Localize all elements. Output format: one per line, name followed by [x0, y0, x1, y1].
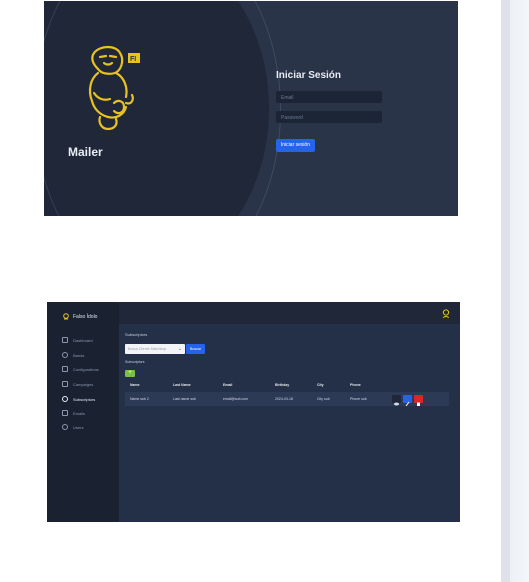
main-content: Subscriptors Busca Cliente Mailchimp ⌄ B…: [119, 302, 460, 522]
scrollbar-thumb[interactable]: [501, 0, 510, 582]
cell-birthday: 2024-03-18: [275, 397, 293, 401]
sidebar: Falso Ídolo Dashboard Bands Configuratio…: [47, 302, 119, 522]
mailchimp-client-select[interactable]: Busca Cliente Mailchimp ⌄: [125, 344, 185, 354]
sidebar-item-label: Subscriptors: [73, 396, 96, 402]
user-icon: [62, 424, 68, 430]
sidebar-item-label: Bands: [73, 352, 85, 358]
cell-last-name: Last name sub: [173, 397, 196, 401]
trash-icon: [417, 402, 420, 406]
top-bar: [119, 302, 460, 324]
edit-button[interactable]: [403, 395, 412, 407]
column-header-birthday: Birthday: [275, 383, 290, 387]
right-scrollbar[interactable]: [501, 0, 529, 582]
column-header-city: City: [317, 383, 324, 387]
sidebar-item-bands[interactable]: Bands: [62, 352, 84, 358]
search-button[interactable]: Buscar: [186, 344, 205, 354]
document-icon: [62, 381, 68, 387]
email-field[interactable]: Email: [276, 91, 382, 103]
column-header-last-name: Last Name: [173, 383, 191, 387]
sidebar-item-label: Configurations: [73, 366, 99, 372]
add-subscriptor-button[interactable]: +: [125, 370, 135, 377]
sidebar-item-label: Dashboard: [73, 337, 93, 343]
login-screen: FI Mailer Iniciar Sesión Email Password …: [44, 1, 458, 216]
cell-city: City sub: [317, 397, 330, 401]
eye-icon: [393, 402, 400, 406]
sidebar-item-configurations[interactable]: Configurations: [62, 366, 99, 372]
section-label: Subscriptors: [125, 360, 145, 364]
sidebar-item-campaigns[interactable]: Campaigns: [62, 381, 93, 387]
pencil-icon: [405, 401, 410, 407]
password-field[interactable]: Password: [276, 111, 382, 123]
sidebar-item-label: Users: [73, 424, 84, 430]
sidebar-item-subscriptors[interactable]: Subscriptors: [62, 396, 95, 402]
cell-name: Name sub 2: [130, 397, 149, 401]
sidebar-item-dashboard[interactable]: Dashboard: [62, 337, 93, 343]
home-icon: [62, 337, 68, 343]
music-icon: [62, 352, 68, 358]
brand[interactable]: Falso Ídolo: [63, 313, 97, 321]
column-header-phone: Phone: [350, 383, 361, 387]
monkey-logo-icon: FI: [88, 45, 140, 131]
mail-icon: [62, 410, 68, 416]
dashboard-screen: Falso Ídolo Dashboard Bands Configuratio…: [47, 302, 460, 522]
logo-badge-text: FI: [130, 56, 136, 63]
view-button[interactable]: [392, 395, 401, 406]
login-title: Iniciar Sesión: [276, 70, 342, 81]
sidebar-item-users[interactable]: Users: [62, 424, 83, 430]
sidebar-item-label: Campaigns: [73, 381, 94, 387]
sidebar-item-label: Emails: [73, 410, 86, 416]
chevron-down-icon: ⌄: [177, 346, 182, 352]
cell-phone: Phone sub: [350, 397, 367, 401]
page-title: Subscriptors: [125, 332, 148, 337]
cell-email: email@sub.com: [223, 397, 249, 401]
avatar-icon[interactable]: [442, 309, 450, 319]
column-header-name: Name: [130, 383, 140, 387]
brand-logo-icon: [63, 313, 69, 320]
users-icon: [62, 396, 68, 402]
select-placeholder: Busca Cliente Mailchimp: [128, 347, 167, 351]
brand-name: Falso Ídolo: [73, 314, 98, 320]
login-button[interactable]: Iniciar sesión: [276, 139, 315, 152]
sidebar-item-emails[interactable]: Emails: [62, 410, 85, 416]
tag-icon: [62, 366, 68, 372]
delete-button[interactable]: [414, 395, 423, 406]
column-header-email: Email: [223, 383, 233, 387]
app-name: Mailer: [68, 145, 103, 159]
